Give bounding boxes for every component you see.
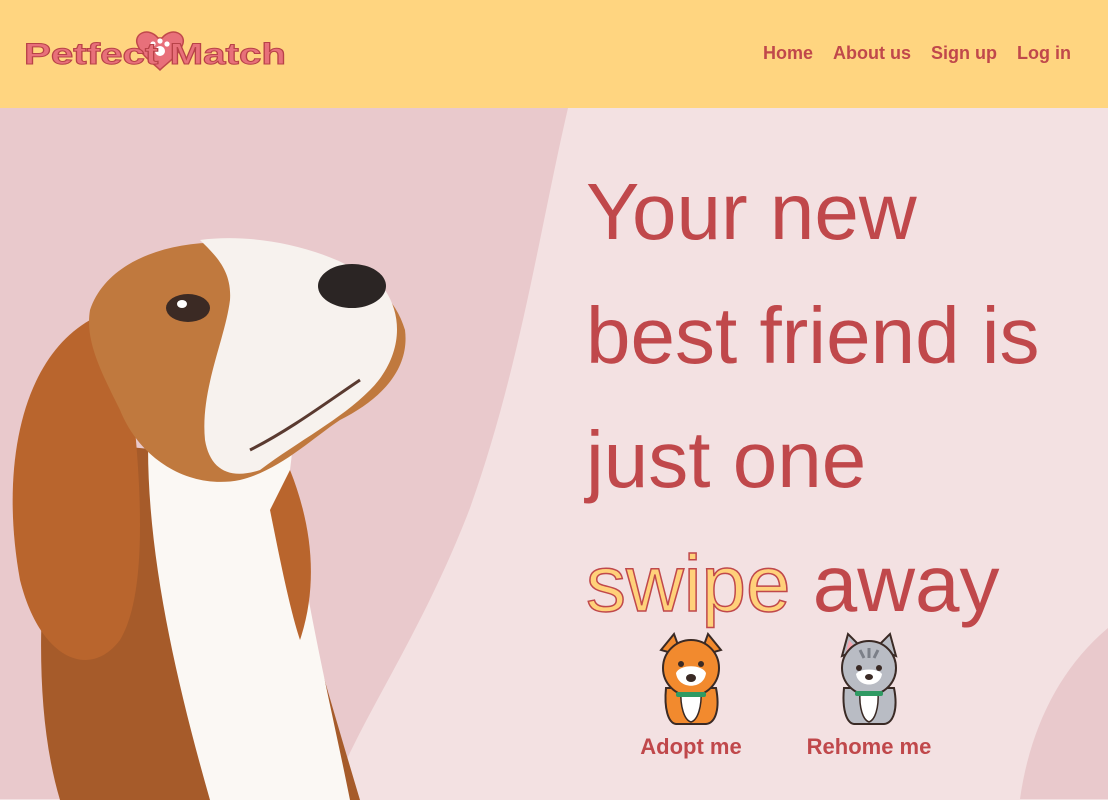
beagle-dog-image	[12, 238, 406, 800]
nav-about-us[interactable]: About us	[833, 43, 911, 64]
adopt-me-button[interactable]: Adopt me	[606, 628, 776, 760]
hero-headline: Your new best friend is just one swipe a…	[585, 150, 1106, 646]
nav-home[interactable]: Home	[763, 43, 813, 64]
dog-icon	[659, 631, 723, 725]
rehome-me-label: Rehome me	[806, 734, 932, 759]
logo[interactable]: Petfect Match	[20, 24, 290, 76]
headline-line-3: just one	[586, 415, 867, 504]
headline-line-4-rest: away	[790, 539, 1000, 628]
cat-icon	[840, 632, 898, 725]
logo-graphic: Petfect Match	[24, 31, 287, 72]
headline-highlight: swipe	[585, 538, 791, 629]
nav-sign-up[interactable]: Sign up	[931, 43, 997, 64]
adopt-me-label: Adopt me	[640, 734, 742, 759]
nav-log-in[interactable]: Log in	[1017, 43, 1071, 64]
main-nav: Home About us Sign up Log in	[763, 43, 1071, 64]
top-bar: Petfect Match Home About us Sign up Log …	[0, 0, 1108, 108]
headline-line-2: best friend is	[586, 291, 1040, 380]
rehome-me-button[interactable]: Rehome me	[784, 628, 954, 760]
headline-line-1: Your new	[586, 167, 917, 256]
logo-text: Petfect Match	[24, 38, 286, 71]
